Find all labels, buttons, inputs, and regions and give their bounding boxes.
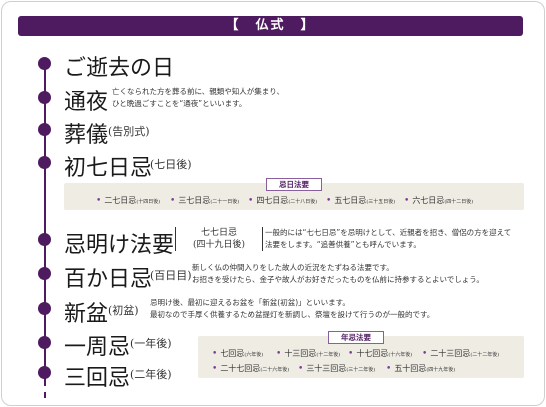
- timeline-dot: [38, 57, 51, 70]
- kinichi-item: • 二七日忌(十四日後): [96, 196, 161, 206]
- timeline-dot: [38, 91, 51, 104]
- event-description: 新しく仏の仲間入りをした故人の近況をたずねる法要です。 お招きを受けたら、金子や…: [192, 263, 484, 284]
- event-subtitle: (一年後): [130, 337, 172, 350]
- event-title: 百か日忌: [64, 267, 153, 292]
- event-title: 三回忌: [64, 366, 131, 391]
- timeline-line: [44, 58, 46, 380]
- timeline-dot: [38, 302, 51, 315]
- event-subtitle: (七日後): [150, 158, 192, 171]
- timeline-dot: [38, 267, 51, 280]
- page-title: 【 仏式 】: [18, 16, 523, 36]
- nenki-item: • 七回忌(六年後): [212, 349, 264, 359]
- nenki-item: • 十三回忌(十二年後): [276, 349, 341, 359]
- timeline-dot: [38, 233, 51, 246]
- nenki-item: • 三十三回忌(三十二年後): [298, 364, 376, 374]
- kinichi-item: • 三七日忌(二十一日後): [170, 196, 240, 206]
- timeline-dot: [38, 336, 51, 349]
- event-title: 葬儀: [64, 123, 109, 148]
- event-description: 亡くなられた方を葬る前に、親類や知人が集まり、 ひと晩過ごすことを“通夜”といい…: [112, 87, 284, 108]
- timeline-dot: [38, 123, 51, 136]
- nenki-label: 年忌法要: [328, 331, 384, 344]
- event-subtitle: (告別式): [108, 125, 150, 138]
- event-description: 一般的には“七七日忌”を忌明けとして、近親者を招き、僧侶の方を迎えて 法要をしま…: [265, 228, 512, 249]
- event-description: 忌明け後、最初に迎えるお盆を「新盆(初盆)」といいます。 最初なので手厚く供養す…: [150, 298, 435, 319]
- timeline-continuation: [44, 380, 46, 398]
- event-title: ご逝去の日: [64, 56, 175, 81]
- event-bracket-note: 七七日忌 (四十九日後): [175, 227, 263, 251]
- event-title: 一周忌: [64, 335, 131, 360]
- event-subtitle: (初盆): [108, 304, 139, 317]
- kinichi-item: • 五七日忌(三十五日後): [326, 196, 396, 206]
- event-subtitle: (百日目): [150, 269, 192, 282]
- kinichi-item: • 四七日忌(二十八日後): [248, 196, 318, 206]
- event-title: 忌明け法要: [64, 233, 175, 258]
- nenki-item: • 二十三回忌(二十二年後): [422, 349, 500, 359]
- nenki-item: • 五十回忌(四十九年後): [386, 364, 456, 374]
- kinichi-label: 忌日法要: [266, 178, 322, 191]
- nenki-item: • 十七回忌(十六年後): [348, 349, 413, 359]
- event-title: 新盆: [64, 302, 109, 327]
- kinichi-item: • 六七日忌(四十二日後): [404, 196, 474, 206]
- nenki-item: • 二十七回忌(二十六年後): [212, 364, 290, 374]
- event-title: 初七日忌: [64, 156, 153, 181]
- timeline-dot: [38, 156, 51, 169]
- timeline-dot: [38, 366, 51, 379]
- event-title: 通夜: [64, 90, 109, 115]
- event-subtitle: (二年後): [130, 368, 172, 381]
